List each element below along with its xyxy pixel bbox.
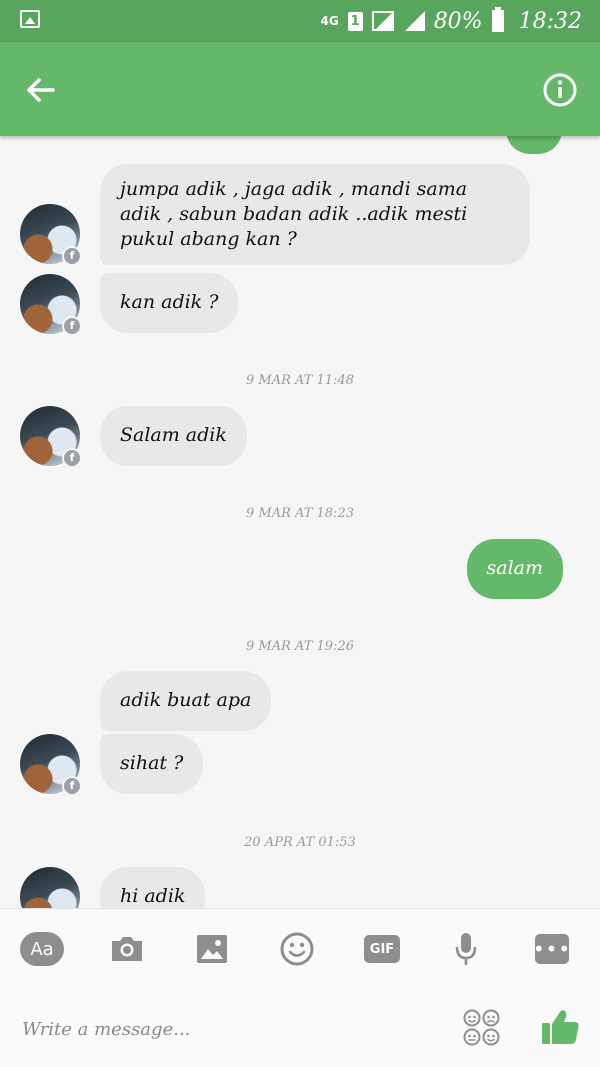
- messenger-badge-icon: f: [62, 246, 82, 266]
- gif-icon[interactable]: GIF: [362, 929, 402, 969]
- battery-percent: 80%: [433, 8, 483, 34]
- outgoing-bubble-partial: [506, 136, 562, 154]
- messenger-badge-icon: f: [62, 448, 82, 468]
- status-bar: 4G 1 80% 18:32: [0, 0, 600, 42]
- avatar[interactable]: f: [20, 867, 80, 908]
- timestamp: 20 APR AT 01:53: [244, 835, 356, 850]
- message-bubble[interactable]: hi adik: [100, 867, 206, 908]
- emoji-icon[interactable]: [277, 929, 317, 969]
- message-bubble[interactable]: sihat ?: [100, 734, 204, 794]
- info-icon[interactable]: [542, 72, 578, 108]
- arrow-left-icon[interactable]: [22, 72, 58, 108]
- message-bubble[interactable]: Salam adik: [100, 406, 247, 466]
- message-input[interactable]: [20, 1012, 424, 1046]
- image-icon[interactable]: [192, 929, 232, 969]
- gif-button[interactable]: GIF: [364, 935, 400, 963]
- avatar[interactable]: f: [20, 274, 82, 336]
- avatar[interactable]: f: [20, 406, 82, 468]
- composer-toolbar: Aa GIF •••: [0, 908, 600, 989]
- app-bar: [0, 42, 600, 136]
- more-options-button[interactable]: •••: [533, 934, 570, 964]
- text-format-button[interactable]: Aa: [20, 932, 64, 966]
- clock: 18:32: [518, 8, 582, 34]
- message-list[interactable]: jumpa adik , jaga adik , mandi sama adik…: [0, 136, 600, 908]
- messenger-badge-icon: f: [62, 316, 82, 336]
- timestamp: 9 MAR AT 19:26: [246, 639, 354, 654]
- message-bubble[interactable]: jumpa adik , jaga adik , mandi sama adik…: [100, 164, 530, 265]
- message-bubble[interactable]: adik buat apa: [100, 671, 272, 731]
- message-bubble-outgoing[interactable]: salam: [466, 539, 563, 599]
- sim2-signal-icon: [403, 11, 425, 31]
- thumbs-up-icon[interactable]: [540, 1006, 580, 1046]
- gallery-notification-icon: [20, 10, 40, 28]
- composer: [0, 988, 600, 1067]
- avatar[interactable]: f: [20, 734, 82, 796]
- battery-icon: [491, 7, 504, 32]
- timestamp: 9 MAR AT 18:23: [246, 506, 354, 521]
- text-icon[interactable]: Aa: [20, 929, 64, 969]
- network-type: 4G: [320, 14, 339, 28]
- messenger-badge-icon: f: [62, 776, 82, 796]
- camera-icon[interactable]: [107, 929, 147, 969]
- more-icon[interactable]: •••: [532, 929, 572, 969]
- sticker-pack-icon[interactable]: [462, 1008, 502, 1048]
- sim1-signal-icon: [371, 11, 394, 31]
- sim-indicator: 1: [347, 11, 363, 31]
- timestamp: 9 MAR AT 11:48: [246, 373, 354, 388]
- avatar[interactable]: f: [20, 204, 82, 266]
- microphone-icon[interactable]: [446, 929, 486, 969]
- message-bubble[interactable]: kan adik ?: [100, 273, 239, 333]
